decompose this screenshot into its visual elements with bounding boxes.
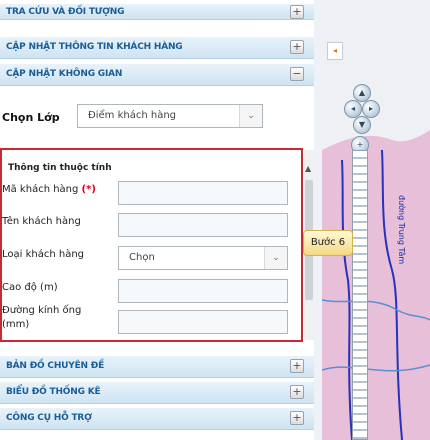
accordion-thematic-map[interactable]: BẢN ĐỒ CHUYÊN ĐỀ + xyxy=(0,356,314,378)
collapse-icon[interactable]: − xyxy=(290,67,304,81)
accordion-search[interactable]: TRA CỨU VÀ ĐỐI TƯỢNG + xyxy=(0,4,314,20)
accordion-spatial-update[interactable]: CẬP NHẬT KHÔNG GIAN − xyxy=(0,64,314,86)
accordion-customer-info[interactable]: CẬP NHẬT THÔNG TIN KHÁCH HÀNG + xyxy=(0,37,314,59)
expand-icon[interactable]: + xyxy=(290,5,304,19)
map-canvas xyxy=(322,130,430,440)
step-tooltip: Bước 6 xyxy=(303,230,353,256)
customer-type-select-value: Chọn xyxy=(129,252,155,263)
pan-right-icon[interactable]: ▸ xyxy=(362,100,380,118)
field-label-elevation: Cao độ (m) xyxy=(2,282,58,293)
layer-select[interactable]: Điểm khách hàng ⌄ xyxy=(77,104,263,128)
scroll-up-icon[interactable]: ▲ xyxy=(305,164,311,173)
customer-name-input[interactable] xyxy=(118,213,288,237)
expand-icon[interactable]: + xyxy=(290,40,304,54)
accordion-search-label: TRA CỨU VÀ ĐỐI TƯỢNG xyxy=(6,7,125,17)
pipe-diameter-input[interactable] xyxy=(118,310,288,334)
accordion-support-tools[interactable]: CÔNG CỤ HỖ TRỢ + xyxy=(0,408,314,430)
expand-icon[interactable]: + xyxy=(290,385,304,399)
zoom-slider[interactable] xyxy=(352,150,368,440)
land-area xyxy=(322,130,430,440)
road-label: đường Trung Tâm xyxy=(397,195,406,265)
left-panel: TRA CỨU VÀ ĐỐI TƯỢNG + CẬP NHẬT THÔNG TI… xyxy=(0,0,314,440)
map-view[interactable] xyxy=(322,0,430,440)
accordion-statistics-chart[interactable]: BIỂU ĐỒ THỐNG KÊ + xyxy=(0,382,314,404)
layer-select-value: Điểm khách hàng xyxy=(88,110,177,121)
chevron-down-icon: ⌄ xyxy=(264,247,287,269)
customer-code-input[interactable] xyxy=(118,181,288,205)
layer-label: Chọn Lớp xyxy=(2,111,60,124)
elevation-input[interactable] xyxy=(118,279,288,303)
accordion-support-tools-label: CÔNG CỤ HỖ TRỢ xyxy=(6,413,92,423)
pan-down-icon[interactable]: ▼ xyxy=(353,116,371,134)
accordion-statistics-chart-label: BIỂU ĐỒ THỐNG KÊ xyxy=(6,387,101,397)
field-label-pipe-diameter: Đường kính ống xyxy=(2,305,82,316)
collapse-panel-button[interactable]: ◂ xyxy=(327,42,343,60)
attribute-form-title: Thông tin thuộc tính xyxy=(8,163,112,173)
field-label-customer-code: Mã khách hàng (*) xyxy=(2,184,96,195)
chevron-down-icon: ⌄ xyxy=(239,105,262,127)
expand-icon[interactable]: + xyxy=(290,411,304,425)
accordion-spatial-update-label: CẬP NHẬT KHÔNG GIAN xyxy=(6,69,123,79)
customer-type-select[interactable]: Chọn ⌄ xyxy=(118,246,288,270)
field-label-customer-name: Tên khách hàng xyxy=(2,216,81,227)
required-mark: (*) xyxy=(81,184,96,195)
accordion-thematic-map-label: BẢN ĐỒ CHUYÊN ĐỀ xyxy=(6,361,105,371)
field-label-customer-type: Loại khách hàng xyxy=(2,249,85,260)
expand-icon[interactable]: + xyxy=(290,359,304,373)
field-label-pipe-diameter-unit: (mm) xyxy=(2,319,30,330)
accordion-customer-info-label: CẬP NHẬT THÔNG TIN KHÁCH HÀNG xyxy=(6,42,183,52)
